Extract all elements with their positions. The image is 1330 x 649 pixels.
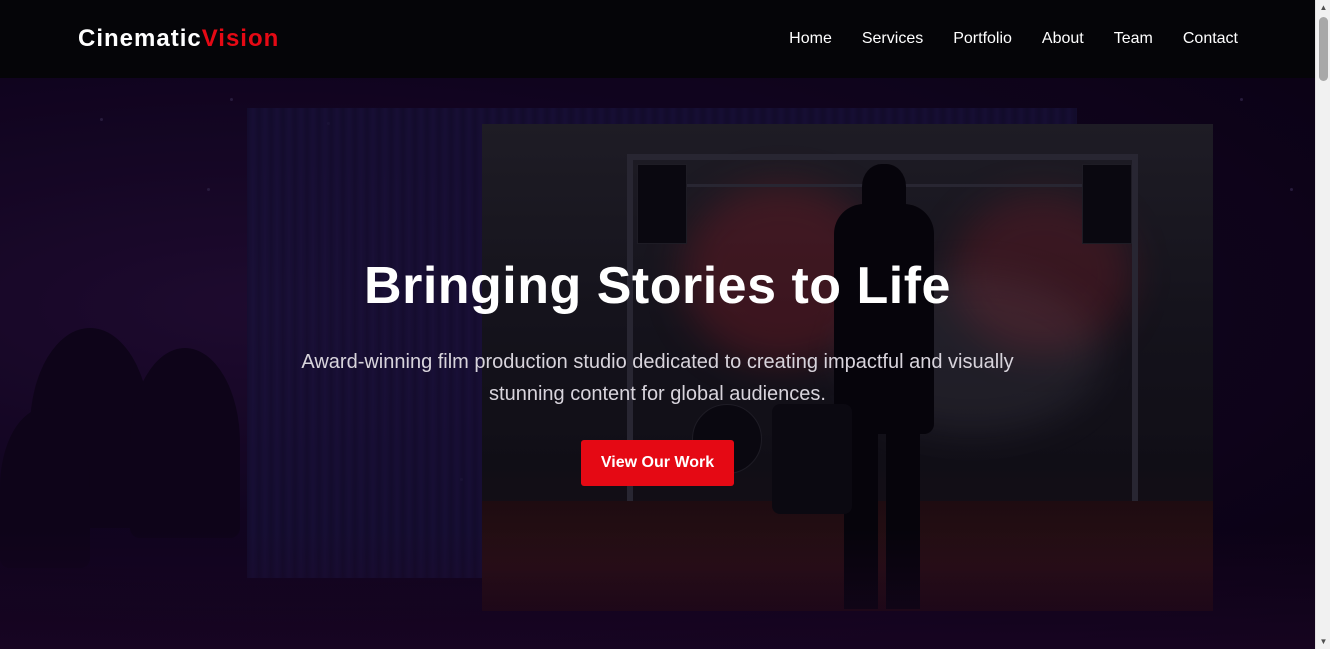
scroll-down-arrow-icon[interactable]: ▼ [1316, 634, 1330, 649]
view-our-work-button[interactable]: View Our Work [581, 440, 734, 486]
nav-link-team[interactable]: Team [1114, 30, 1153, 48]
hero-subtitle: Award-winning film production studio ded… [301, 351, 1014, 405]
nav-link-about[interactable]: About [1042, 30, 1084, 48]
site-header: Cinematic Vision Home Services Portfolio… [0, 0, 1315, 78]
main-nav: Home Services Portfolio About Team Conta… [789, 30, 1238, 48]
hero-title: Bringing Stories to Life [364, 257, 951, 315]
page: Cinematic Vision Home Services Portfolio… [0, 0, 1315, 649]
vertical-scrollbar[interactable]: ▲ ▼ [1315, 0, 1330, 649]
nav-link-contact[interactable]: Contact [1183, 30, 1238, 48]
nav-link-home[interactable]: Home [789, 30, 832, 48]
brand-name-part2: Vision [201, 25, 280, 52]
hero-section: Bringing Stories to Life Award-winning f… [0, 78, 1315, 649]
nav-link-services[interactable]: Services [862, 30, 923, 48]
brand-logo[interactable]: Cinematic Vision [78, 25, 279, 53]
nav-link-portfolio[interactable]: Portfolio [953, 30, 1012, 48]
scrollbar-thumb[interactable] [1319, 17, 1328, 81]
scroll-up-arrow-icon[interactable]: ▲ [1316, 0, 1330, 15]
brand-name-part1: Cinematic [78, 25, 202, 52]
